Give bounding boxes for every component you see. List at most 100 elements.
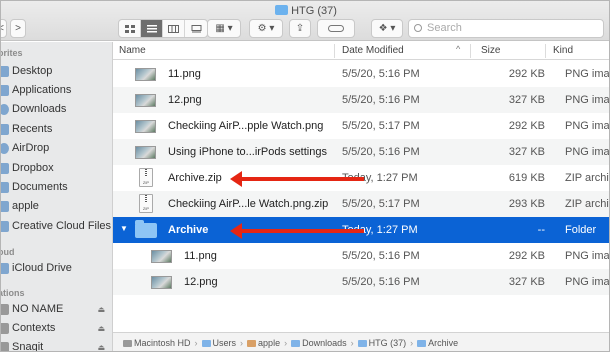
file-kind: PNG image [565, 146, 610, 158]
file-date: 5/5/20, 5:16 PM [342, 68, 420, 80]
eject-icon[interactable]: ⏏ [97, 305, 105, 314]
file-row[interactable]: Checkiing AirP...pple Watch.png 5/5/20, … [113, 113, 609, 139]
file-size: 293 KB [508, 198, 545, 210]
sidebar-item-label: iCloud Drive [12, 262, 72, 274]
file-date: 5/5/20, 5:16 PM [342, 250, 420, 262]
view-mode-control[interactable] [118, 19, 208, 38]
action-button[interactable]: ⚙ ▾ [249, 19, 283, 38]
sidebar-item-downloads[interactable]: Downloads [1, 100, 113, 118]
search-placeholder: Search [427, 22, 462, 34]
sidebar-item-label: apple [12, 200, 39, 212]
sidebar-item-no-name[interactable]: NO NAME ⏏ [1, 300, 113, 318]
dropbox-button[interactable]: ❖ ▾ [371, 19, 403, 38]
file-kind: PNG image [565, 250, 610, 262]
path-item[interactable]: Users [213, 338, 237, 348]
sidebar-item-label: NO NAME [12, 303, 64, 315]
file-kind: PNG image [565, 68, 610, 80]
file-kind: Folder [565, 224, 597, 236]
column-view-icon[interactable] [163, 20, 185, 37]
file-name: 11.png [168, 68, 201, 80]
path-item[interactable]: Archive [428, 338, 458, 348]
path-separator-icon: › [194, 338, 198, 348]
file-name: 12.png [184, 276, 218, 288]
sort-chevron-icon: ^ [456, 44, 461, 54]
file-name: Using iPhone to...irPods settings [168, 146, 327, 158]
path-item[interactable]: apple [258, 338, 280, 348]
sidebar-item-label: Dropbox [12, 162, 54, 174]
folder-icon [135, 220, 157, 238]
airdrop-icon [1, 142, 9, 154]
path-separator-icon: › [350, 338, 354, 348]
search-icon [414, 24, 422, 32]
disk-icon [123, 339, 132, 347]
file-name: Archive [168, 224, 209, 236]
sidebar-item-apple[interactable]: apple [1, 197, 113, 215]
column-size[interactable]: Size [481, 45, 500, 56]
file-name: 12.png [168, 94, 202, 106]
image-thumbnail-icon [135, 68, 156, 81]
column-divider[interactable] [470, 44, 471, 58]
file-size: 327 KB [508, 94, 545, 106]
sidebar-item-label: Applications [12, 84, 72, 96]
column-name[interactable]: Name [119, 45, 146, 56]
sidebar-item-snagit[interactable]: Snagit ⏏ [1, 338, 113, 352]
column-divider[interactable] [545, 44, 546, 58]
file-name: Archive.zip [168, 172, 222, 184]
path-item[interactable]: HTG (37) [369, 338, 407, 348]
sidebar-item-dropbox[interactable]: Dropbox [1, 159, 113, 177]
file-row[interactable]: 11.png 5/5/20, 5:16 PM 292 KB PNG image [113, 61, 610, 87]
eject-icon[interactable]: ⏏ [97, 343, 105, 352]
eject-icon[interactable]: ⏏ [97, 324, 105, 333]
file-row[interactable]: 12.png 5/5/20, 5:16 PM 327 KB PNG image [113, 269, 609, 295]
gear-icon: ⚙ ▾ [257, 23, 275, 34]
icon-view-icon[interactable] [119, 20, 141, 37]
sidebar-item-documents[interactable]: Documents [1, 178, 113, 196]
sidebar-item-icloud-drive[interactable]: iCloud Drive [1, 259, 113, 277]
file-date: 5/5/20, 5:16 PM [342, 94, 420, 106]
path-item[interactable]: Macintosh HD [134, 338, 191, 348]
file-row[interactable]: Using iPhone to...irPods settings 5/5/20… [113, 139, 610, 165]
sidebar-item-label: Desktop [12, 65, 53, 77]
sidebar-item-label: Downloads [12, 103, 67, 115]
back-button[interactable]: < [1, 19, 7, 38]
file-row[interactable]: 12.png 5/5/20, 5:16 PM 327 KB PNG image [113, 87, 609, 113]
sidebar-item-label: Snagit [12, 341, 44, 352]
disk-icon [1, 322, 9, 334]
home-icon [247, 339, 257, 347]
disk-icon [1, 341, 9, 351]
tags-button[interactable] [317, 19, 355, 38]
file-row[interactable]: Checkiing AirP...le Watch.png.zip 5/5/20… [113, 191, 609, 217]
column-kind[interactable]: Kind [553, 45, 573, 56]
sidebar-item-desktop[interactable]: Desktop [1, 62, 113, 80]
folder-icon [1, 220, 9, 232]
sidebar-item-airdrop[interactable]: AirDrop [1, 139, 113, 157]
sidebar-item-contexts[interactable]: Contexts ⏏ [1, 319, 113, 337]
sidebar-section-icloud: oud [1, 247, 15, 257]
sidebar-item-recents[interactable]: Recents [1, 120, 113, 138]
disclosure-triangle-icon[interactable]: ▼ [120, 224, 128, 233]
sidebar-item-creative-cloud[interactable]: Creative Cloud Files [1, 217, 113, 235]
grid-icon: ▦ ▾ [215, 23, 233, 34]
sidebar-item-label: AirDrop [12, 142, 50, 154]
file-size: 619 KB [508, 172, 545, 184]
path-item[interactable]: Downloads [302, 338, 347, 348]
column-date[interactable]: Date Modified [342, 45, 404, 56]
group-button[interactable]: ▦ ▾ [207, 19, 241, 38]
search-field[interactable]: Search [408, 19, 604, 38]
share-button[interactable]: ⇪ [289, 19, 311, 38]
disk-icon [1, 303, 9, 315]
folder-icon [357, 339, 367, 347]
forward-arrow-icon: > [15, 23, 21, 34]
forward-button[interactable]: > [10, 19, 26, 38]
gallery-view-icon[interactable] [185, 20, 207, 37]
list-view-icon[interactable] [141, 20, 163, 37]
path-separator-icon: › [240, 338, 244, 348]
column-divider[interactable] [334, 44, 335, 58]
file-date: 5/5/20, 5:16 PM [342, 146, 420, 158]
file-row[interactable]: 11.png 5/5/20, 5:16 PM 292 KB PNG image [113, 243, 610, 269]
sidebar-item-applications[interactable]: Applications [1, 81, 113, 99]
file-date: 5/5/20, 5:16 PM [342, 276, 420, 288]
back-arrow-icon: < [1, 23, 4, 34]
sidebar-item-label: Recents [12, 123, 53, 135]
file-kind: ZIP archive [565, 172, 609, 184]
